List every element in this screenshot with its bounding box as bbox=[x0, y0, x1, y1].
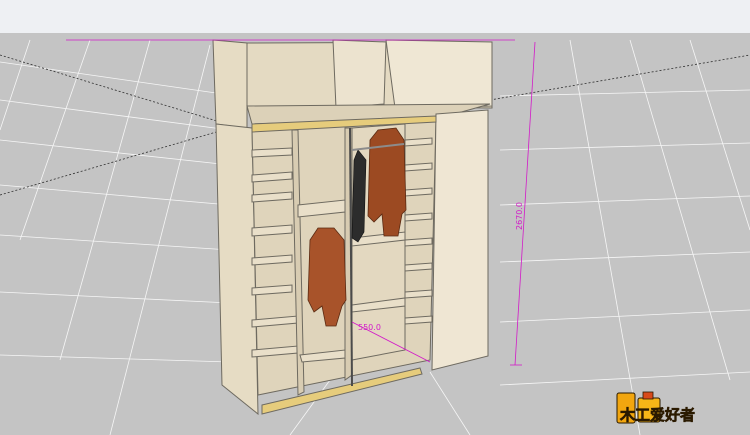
scene-canvas[interactable]: 2670.0 550.0 木工爱好者 bbox=[0, 0, 750, 435]
top-cabinet-right-door[interactable] bbox=[385, 39, 493, 109]
brown-jacket-left bbox=[307, 227, 347, 327]
dark-coat bbox=[351, 149, 367, 243]
wardrobe-right-side[interactable] bbox=[431, 109, 489, 371]
wardrobe-left-side[interactable] bbox=[215, 123, 259, 416]
top-cabinet-left-side[interactable] bbox=[212, 39, 248, 129]
top-cabinet-door[interactable] bbox=[332, 39, 387, 109]
watermark-text: 木工爱好者 bbox=[619, 406, 695, 424]
depth-dimension-label: 550.0 bbox=[358, 323, 381, 332]
height-dimension-label: 2670.0 bbox=[515, 202, 524, 230]
sketchup-viewport[interactable]: 2670.0 550.0 木工爱好者 bbox=[0, 0, 750, 435]
